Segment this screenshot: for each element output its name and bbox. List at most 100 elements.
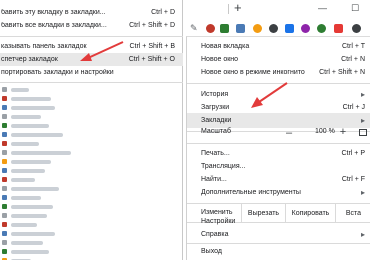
bookmark-item[interactable] bbox=[0, 85, 183, 94]
bookmark-title-obscured bbox=[11, 240, 43, 245]
show-bookmarks-bar-item[interactable]: казывать панель закладок Ctrl + Shift + … bbox=[0, 40, 183, 53]
extension-green-icon[interactable] bbox=[220, 24, 229, 33]
zoom-value: 100 % bbox=[315, 128, 335, 135]
bookmark-item[interactable] bbox=[0, 220, 183, 229]
bookmark-item[interactable] bbox=[0, 157, 183, 166]
more-tools-item[interactable]: Дополнительные инструменты ▸ bbox=[187, 185, 370, 200]
profile-avatar-icon[interactable] bbox=[352, 24, 361, 33]
menu-item-label: Загрузки bbox=[201, 104, 230, 111]
bookmark-item[interactable] bbox=[0, 247, 183, 256]
new-tab-plus-icon[interactable]: + bbox=[234, 1, 242, 15]
menu-item-label: Выход bbox=[201, 248, 222, 255]
zoom-out-button[interactable]: – bbox=[282, 126, 296, 139]
browser-toolbar bbox=[186, 0, 370, 18]
bookmark-favicon-icon bbox=[2, 150, 7, 155]
import-bookmarks-item[interactable]: портировать закладки и настройки bbox=[0, 66, 183, 79]
menu-item-label: Новое окно bbox=[201, 56, 239, 63]
extension-red-icon[interactable] bbox=[206, 24, 215, 33]
extension-purple-icon[interactable] bbox=[301, 24, 310, 33]
add-tab-to-bookmarks-item[interactable]: бавить эту вкладку в закладки... Ctrl + … bbox=[0, 6, 183, 19]
menu-separator bbox=[0, 82, 183, 83]
bookmark-item[interactable] bbox=[0, 103, 183, 112]
exit-item[interactable]: Выход bbox=[187, 244, 370, 259]
menu-item-label: Дополнительные инструменты bbox=[201, 189, 301, 196]
bookmark-favicon-icon bbox=[2, 231, 7, 236]
menu-item-shortcut: Ctrl + D bbox=[151, 9, 175, 16]
extension-green-circle-icon[interactable] bbox=[317, 24, 326, 33]
incognito-window-item[interactable]: Новое окно в режиме инкогнито Ctrl + Shi… bbox=[187, 65, 370, 80]
chrome-main-menu: Новая вкладка Ctrl + T Новое окно Ctrl +… bbox=[186, 36, 370, 260]
bookmark-item[interactable] bbox=[0, 121, 183, 130]
bookmark-favicon-icon bbox=[2, 240, 7, 245]
menu-item-label: Справка bbox=[201, 231, 229, 238]
bookmark-item[interactable] bbox=[0, 238, 183, 247]
menu-separator bbox=[187, 143, 370, 144]
bookmark-item[interactable] bbox=[0, 94, 183, 103]
menu-item-label: казывать панель закладок bbox=[1, 43, 87, 50]
help-item[interactable]: Справка ▸ bbox=[187, 227, 370, 242]
menu-item-label: Закладки bbox=[201, 117, 232, 124]
bookmark-title-obscured bbox=[11, 222, 37, 227]
menu-item-label: спетчер закладок bbox=[1, 56, 58, 63]
bookmark-item[interactable] bbox=[0, 130, 183, 139]
maximize-icon[interactable]: ☐ bbox=[351, 3, 359, 13]
bookmark-item[interactable] bbox=[0, 184, 183, 193]
menu-item-shortcut: Ctrl + F bbox=[341, 176, 365, 183]
menu-item-shortcut: Ctrl + Shift + N bbox=[319, 69, 365, 76]
menu-item-label: бавить эту вкладку в закладки... bbox=[1, 9, 106, 16]
bookmark-item[interactable] bbox=[0, 256, 183, 260]
bookmark-item[interactable] bbox=[0, 139, 183, 148]
menu-item-label: Найти... bbox=[201, 176, 227, 183]
bookmark-item[interactable] bbox=[0, 193, 183, 202]
bookmark-favicon-icon bbox=[2, 186, 7, 191]
chevron-right-icon: ▸ bbox=[360, 90, 365, 99]
zoom-in-button[interactable]: + bbox=[336, 125, 350, 139]
bookmark-manager-item[interactable]: спетчер закладок Ctrl + Shift + O bbox=[0, 53, 183, 66]
menu-item-label: Новая вкладка bbox=[201, 43, 250, 50]
bookmark-item[interactable] bbox=[0, 211, 183, 220]
bookmark-title-obscured bbox=[11, 123, 49, 128]
bookmark-item[interactable] bbox=[0, 202, 183, 211]
bookmark-title-obscured bbox=[11, 96, 51, 101]
minimize-icon[interactable]: — bbox=[318, 3, 327, 13]
menu-separator bbox=[0, 36, 183, 37]
bookmark-favicon-icon bbox=[2, 87, 7, 92]
menu-item-label: Трансляция... bbox=[201, 163, 246, 170]
bookmark-favicon-icon bbox=[2, 204, 7, 209]
menu-item-label: Настройки bbox=[201, 218, 236, 225]
extension-dark-icon[interactable] bbox=[269, 24, 278, 33]
bookmark-favicon-icon bbox=[2, 168, 7, 173]
bookmark-item[interactable] bbox=[0, 175, 183, 184]
bookmark-item[interactable] bbox=[0, 148, 183, 157]
bookmark-favicon-icon bbox=[2, 141, 7, 146]
bookmark-favicon-icon bbox=[2, 249, 7, 254]
bookmark-title-obscured bbox=[11, 114, 41, 119]
bookmark-title-obscured bbox=[11, 213, 47, 218]
tab-divider bbox=[228, 4, 229, 14]
bookmark-favicon-icon bbox=[2, 132, 7, 137]
bookmark-title-obscured bbox=[11, 204, 53, 209]
bookmark-item[interactable] bbox=[0, 112, 183, 121]
bookmarks-submenu: бавить эту вкладку в закладки... Ctrl + … bbox=[0, 0, 183, 260]
menu-separator bbox=[187, 83, 370, 84]
menu-item-shortcut: Ctrl + Shift + D bbox=[129, 22, 175, 29]
add-all-tabs-to-bookmarks-item[interactable]: бавить все вкладки в закладки... Ctrl + … bbox=[0, 19, 183, 32]
bookmark-title-obscured bbox=[11, 141, 39, 146]
extension-orange-icon[interactable] bbox=[253, 24, 262, 33]
bookmark-item[interactable] bbox=[0, 166, 183, 175]
extension-mail-icon[interactable] bbox=[334, 24, 343, 33]
fullscreen-icon[interactable] bbox=[359, 129, 367, 136]
zoom-label: Масштаб bbox=[201, 128, 231, 135]
bookmark-title-obscured bbox=[11, 186, 59, 191]
bookmark-title-obscured bbox=[11, 105, 55, 110]
extension-blue-icon[interactable] bbox=[285, 24, 294, 33]
bookmark-favicon-icon bbox=[2, 114, 7, 119]
bookmark-title-obscured bbox=[11, 231, 55, 236]
extension-grid-icon[interactable] bbox=[236, 24, 245, 33]
bookmark-item[interactable] bbox=[0, 229, 183, 238]
bookmark-title-obscured bbox=[11, 195, 41, 200]
chevron-right-icon: ▸ bbox=[360, 116, 365, 125]
edit-pen-icon[interactable]: ✎ bbox=[190, 24, 199, 33]
menu-item-shortcut: Ctrl + Shift + O bbox=[128, 56, 175, 63]
menu-item-shortcut: Ctrl + Shift + B bbox=[129, 43, 175, 50]
